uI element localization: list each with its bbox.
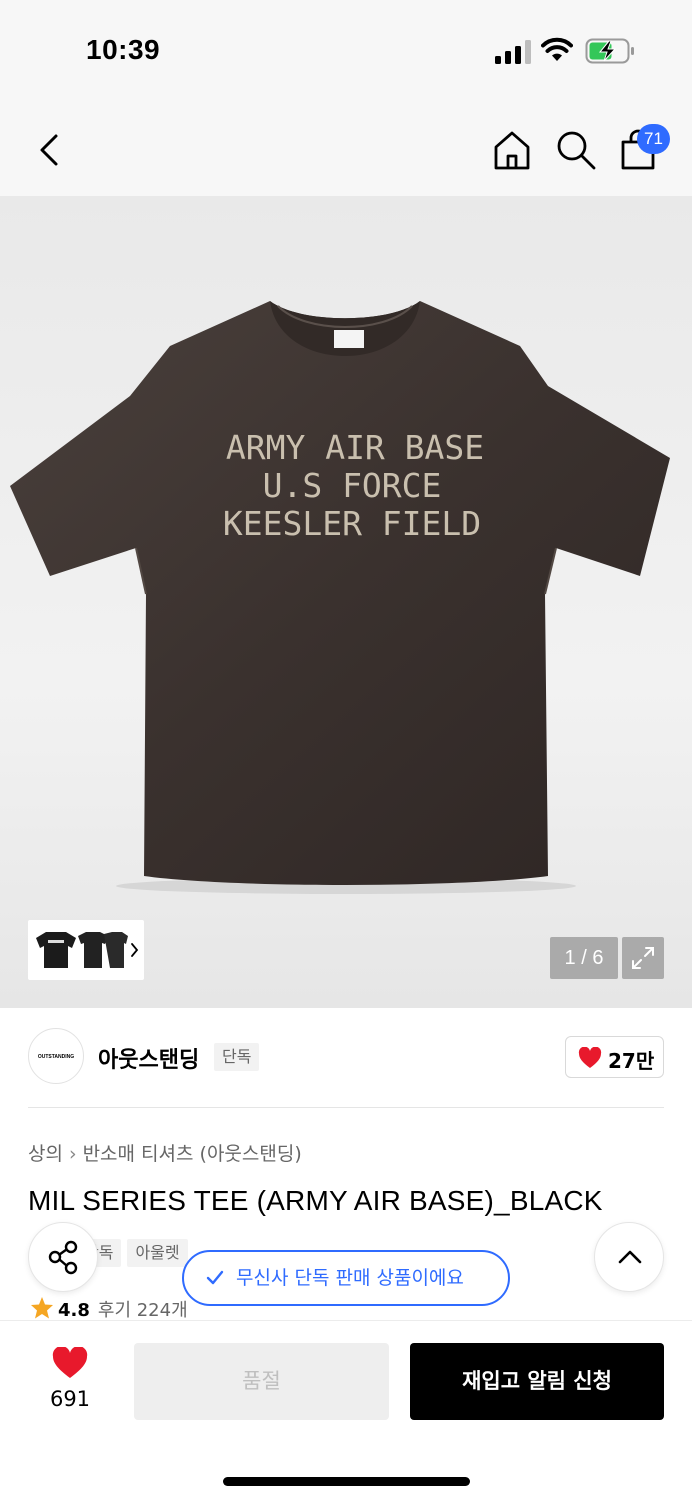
brand-logo[interactable]: OUTSTANDING [28,1028,84,1084]
cart-count-badge: 71 [637,124,670,154]
exclusive-notice-text: 무신사 단독 판매 상품이에요 [236,1267,464,1289]
share-button[interactable] [28,1222,98,1292]
breadcrumb-subcategory[interactable]: 반소매 티셔츠 (아웃스탠딩) [83,1139,302,1166]
breadcrumb-category[interactable]: 상의 [28,1139,63,1166]
battery-charging-icon [585,38,634,64]
wishlist-count: 691 [49,1387,91,1411]
chevron-up-icon [618,1250,642,1264]
exclusive-notice-toast: 무신사 단독 판매 상품이에요 [182,1250,510,1306]
product-title: MIL SERIES TEE (ARMY AIR BASE)_BLACK [28,1185,603,1216]
product-tag-outlet: 아울렛 [127,1239,188,1267]
brand-like-button[interactable]: 27만 [565,1036,664,1078]
heart-icon [578,1047,602,1068]
check-icon [206,1270,224,1285]
home-indicator[interactable] [223,1477,470,1486]
expand-icon[interactable] [622,937,664,979]
divider [28,1107,664,1108]
shirt-print-line-2: U.S FORCE [263,466,442,505]
restock-alert-button[interactable]: 재입고 알림 신청 [410,1343,664,1420]
brand-row: OUTSTANDING 아웃스탠딩 단독 27만 [28,1028,664,1086]
thumbnail-shirts [36,932,139,968]
wishlist-heart-icon[interactable] [52,1347,88,1379]
wifi-icon [541,37,573,61]
scroll-to-top-button[interactable] [594,1222,664,1292]
brand-exclusive-tag: 단독 [214,1043,260,1071]
status-bar: 10:39 [0,0,692,100]
shirt-print-line-1: ARMY AIR BASE [226,428,484,467]
home-icon[interactable] [490,128,534,172]
brand-name[interactable]: 아웃스탠딩 [98,1042,199,1074]
star-icon [31,1297,53,1319]
brand-like-count: 27만 [608,1049,655,1073]
soldout-button: 품절 [134,1343,389,1420]
breadcrumb: 상의 › 반소매 티셔츠 (아웃스탠딩) [28,1139,302,1166]
rating-row[interactable]: 4.8 후기 224개 [30,1296,188,1322]
status-time: 10:39 [86,34,161,65]
rating-score: 4.8 [58,1300,90,1321]
image-page-counter: 1 / 6 [550,937,618,979]
chevron-right-icon [131,943,139,957]
back-arrow-icon[interactable] [30,128,70,172]
search-icon[interactable] [554,128,598,172]
color-variant-thumbnails[interactable] [28,920,144,980]
cellular-signal-icon [495,40,531,64]
product-image-gallery[interactable]: ARMY AIR BASE U.S FORCE KEESLER FIELD 1 … [0,196,692,1008]
share-icon [48,1240,78,1275]
bottom-action-bar: 691 품절 재입고 알림 신청 [0,1320,692,1500]
top-navigation [0,100,692,196]
shirt-print-line-3: KEESLER FIELD [223,504,481,543]
chevron-right-icon: › [68,1143,77,1165]
review-count[interactable]: 후기 224개 [98,1300,188,1321]
product-photo: ARMY AIR BASE U.S FORCE KEESLER FIELD [10,301,670,894]
